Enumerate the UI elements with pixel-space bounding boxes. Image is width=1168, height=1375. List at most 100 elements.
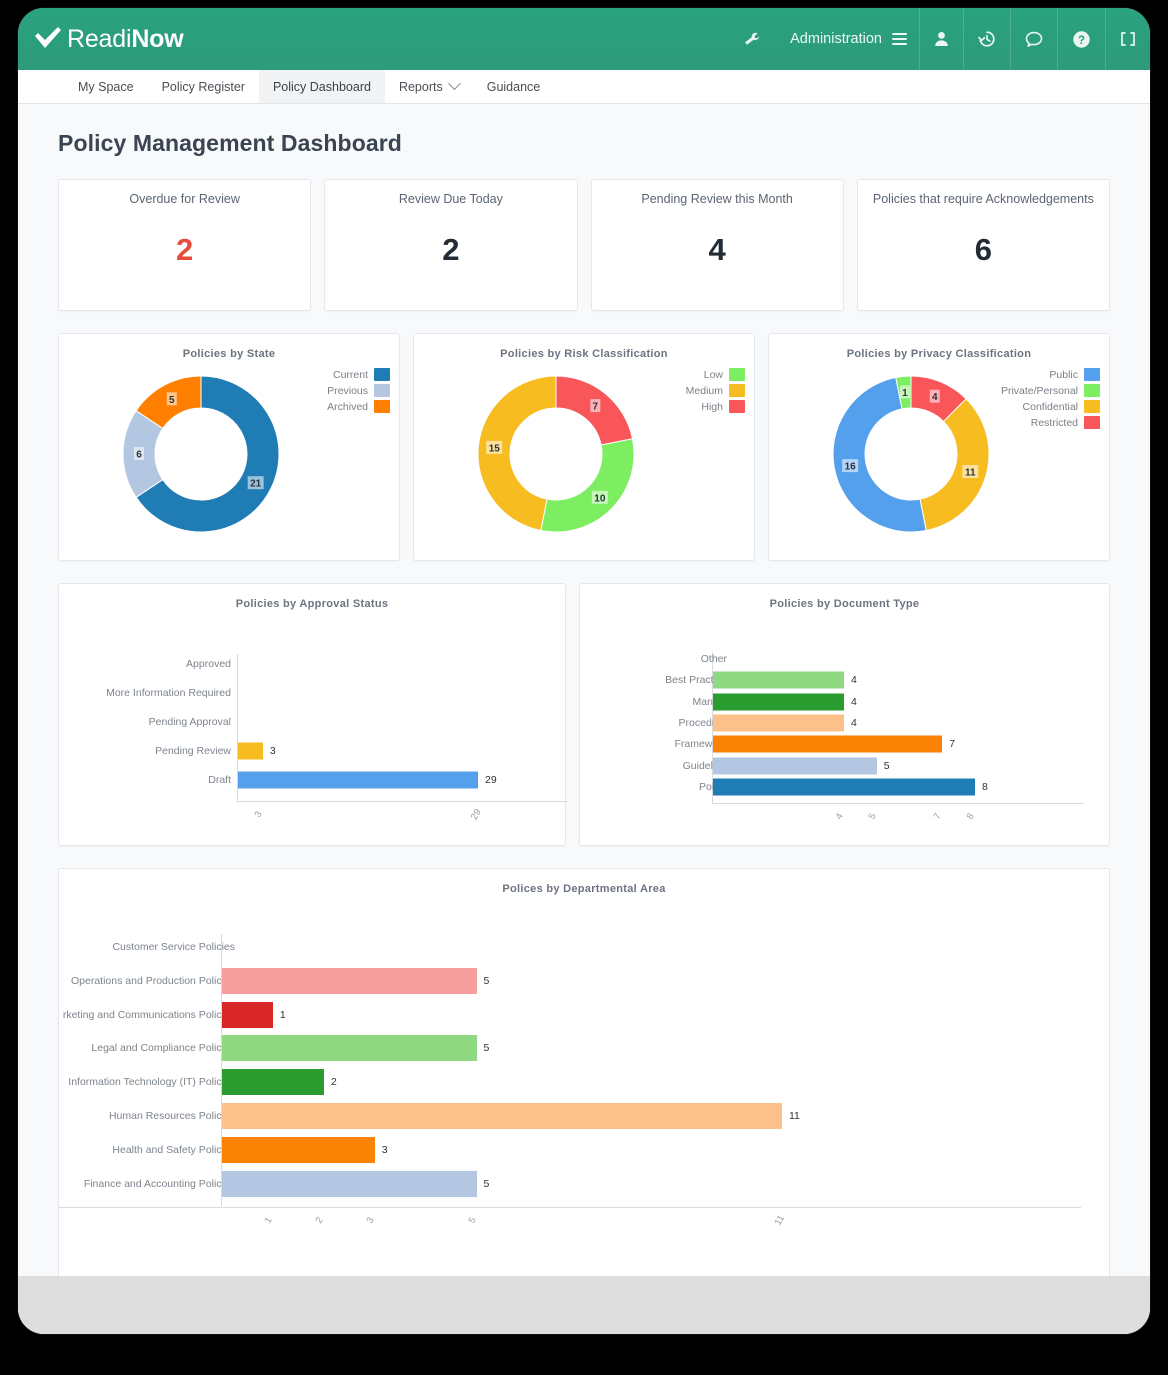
nav-tab-policy-dashboard[interactable]: Policy Dashboard (258, 70, 385, 103)
header-actions: Administration ? (730, 8, 1150, 70)
app-logo[interactable]: ReadiNow (18, 25, 184, 54)
legend-item[interactable]: Medium (686, 384, 745, 397)
bar-category-label: Approved (186, 658, 231, 670)
chart-x-axis (59, 1206, 1081, 1208)
legend-item[interactable]: Archived (327, 400, 390, 413)
bar-value-label: 4 (851, 716, 857, 729)
bar-value-label: 2 (330, 1076, 337, 1089)
bar-segment[interactable] (222, 1136, 375, 1163)
bar-segment[interactable] (222, 1069, 324, 1096)
donut-slice[interactable] (540, 438, 635, 533)
legend-item[interactable]: Public (1049, 368, 1100, 381)
nav-tab-guidance[interactable]: Guidance (473, 70, 555, 103)
bar-category-label: Other (700, 653, 727, 665)
chart-legend: Low Medium High (686, 368, 745, 413)
bar-segment[interactable] (238, 771, 478, 789)
legend-label: Public (1049, 368, 1078, 381)
nav-tab-my-space[interactable]: My Space (64, 70, 148, 103)
horizontal-bar-chart[interactable]: Other Best Practice 4 Manual 4 Procedure 4 Fram… (580, 624, 1109, 845)
legend-item[interactable]: Confidential (1023, 400, 1100, 413)
chart-title: Polices by Departmental Area (502, 883, 666, 895)
bar-value-label: 5 (883, 759, 890, 772)
hamburger-menu-icon (892, 33, 907, 45)
horizontal-bar-chart[interactable]: Approved More Information Required Pending… (59, 624, 567, 845)
bar-category-label: Legal and Compliance Policies (91, 1042, 235, 1055)
x-axis-tick-label: 11 (772, 1212, 788, 1228)
donut-slice-value: 21 (250, 479, 262, 490)
wrench-icon[interactable] (730, 8, 774, 70)
legend-item[interactable]: Restricted (1031, 416, 1100, 429)
dashboard-page: Policy Management Dashboard Overdue for … (18, 104, 1150, 1334)
bar-value-label: 5 (483, 1042, 490, 1055)
bar-segment[interactable] (222, 1170, 477, 1197)
chart-title: Policies by Approval Status (235, 598, 389, 610)
bar-segment[interactable] (713, 714, 844, 732)
bar-category-label: More Information Required (106, 687, 231, 699)
legend-item[interactable]: Previous (327, 384, 390, 397)
administration-menu[interactable]: Administration (774, 8, 919, 70)
kpi-card-overdue-for-review[interactable]: Overdue for Review 2 (58, 179, 312, 311)
chat-bubble-icon[interactable] (1010, 8, 1057, 70)
nav-tab-reports[interactable]: Reports (385, 70, 473, 103)
bar-segment[interactable] (222, 967, 477, 994)
chevron-down-icon (447, 77, 461, 91)
legend-item[interactable]: High (701, 400, 745, 413)
bar-segment[interactable] (222, 1001, 273, 1028)
chart-card-policies-by-document-type: Policies by Document Type Other Best Prac… (579, 583, 1110, 846)
bar-segment[interactable] (222, 1035, 477, 1062)
bar-segment[interactable] (713, 671, 844, 689)
bar-segment[interactable] (713, 757, 877, 774)
history-clock-icon[interactable] (963, 8, 1010, 70)
bar-category-label: Operations and Production Policies (70, 974, 235, 987)
kpi-value: 4 (708, 232, 726, 267)
bar-value-label: 11 (789, 1110, 800, 1122)
donut-chart[interactable]: 21 6 5 (109, 364, 309, 544)
bar-value-label: 5 (483, 974, 490, 987)
donut-slice-value: 15 (489, 443, 501, 454)
bar-segment[interactable] (238, 742, 263, 760)
x-axis-tick-label: 3 (252, 808, 265, 820)
bar-value-label: 8 (982, 780, 988, 793)
x-axis-tick-label: 1 (262, 1214, 275, 1226)
kpi-card-review-due-today[interactable]: Review Due Today 2 (324, 179, 578, 311)
bar-segment[interactable] (713, 778, 975, 796)
bar-value-label: 3 (381, 1143, 388, 1156)
legend-color-swatch (1084, 416, 1100, 429)
bar-chart-row: Policies by Approval Status Approved More… (58, 583, 1110, 846)
legend-item[interactable]: Current (333, 368, 390, 381)
chart-legend: Public Private/Personal Confidential Restri… (1001, 368, 1100, 429)
nav-tab-policy-register[interactable]: Policy Register (148, 70, 259, 103)
donut-slice-value: 7 (593, 402, 599, 413)
horizontal-bar-chart[interactable]: Customer Service Policies Operations and … (59, 917, 1109, 1277)
legend-color-swatch (1084, 400, 1100, 413)
user-icon[interactable] (919, 8, 963, 70)
page-title: Policy Management Dashboard (58, 130, 402, 156)
x-axis-tick-label: 29 (468, 806, 484, 822)
donut-chart[interactable]: 7 10 15 (464, 364, 664, 544)
donut-slice[interactable] (919, 398, 990, 532)
bar-segment[interactable] (222, 1103, 782, 1129)
bar-segment[interactable] (713, 735, 943, 753)
bar-category-label: Finance and Accounting Policies (83, 1177, 235, 1190)
bar-segment[interactable] (713, 693, 844, 711)
legend-item[interactable]: Low (704, 368, 745, 381)
help-circle-icon[interactable]: ? (1057, 8, 1105, 70)
legend-item[interactable]: Private/Personal (1001, 384, 1100, 397)
legend-color-swatch (374, 368, 390, 381)
legend-label: Previous (327, 384, 368, 397)
viewport-bottom-bar (18, 1276, 1150, 1334)
bar-category-label: Pending Approval (148, 716, 231, 728)
legend-label: Archived (327, 400, 368, 413)
legend-label: Confidential (1022, 400, 1078, 413)
brand-name-part1: Readi (67, 24, 132, 53)
kpi-value: 2 (442, 232, 460, 267)
kpi-card-policies-require-acknowledgements[interactable]: Policies that require Acknowledgements 6 (856, 179, 1110, 311)
x-axis-tick-label: 5 (866, 811, 879, 822)
fullscreen-icon[interactable] (1105, 8, 1150, 70)
donut-slice-value: 10 (594, 493, 606, 504)
kpi-label: Policies that require Acknowledgements (872, 192, 1094, 206)
donut-chart[interactable]: 4 11 16 1 (819, 364, 1019, 544)
x-axis-tick-label: 8 (964, 811, 977, 822)
kpi-card-pending-review-this-month[interactable]: Pending Review this Month 4 (590, 179, 844, 311)
administration-label: Administration (790, 31, 882, 47)
